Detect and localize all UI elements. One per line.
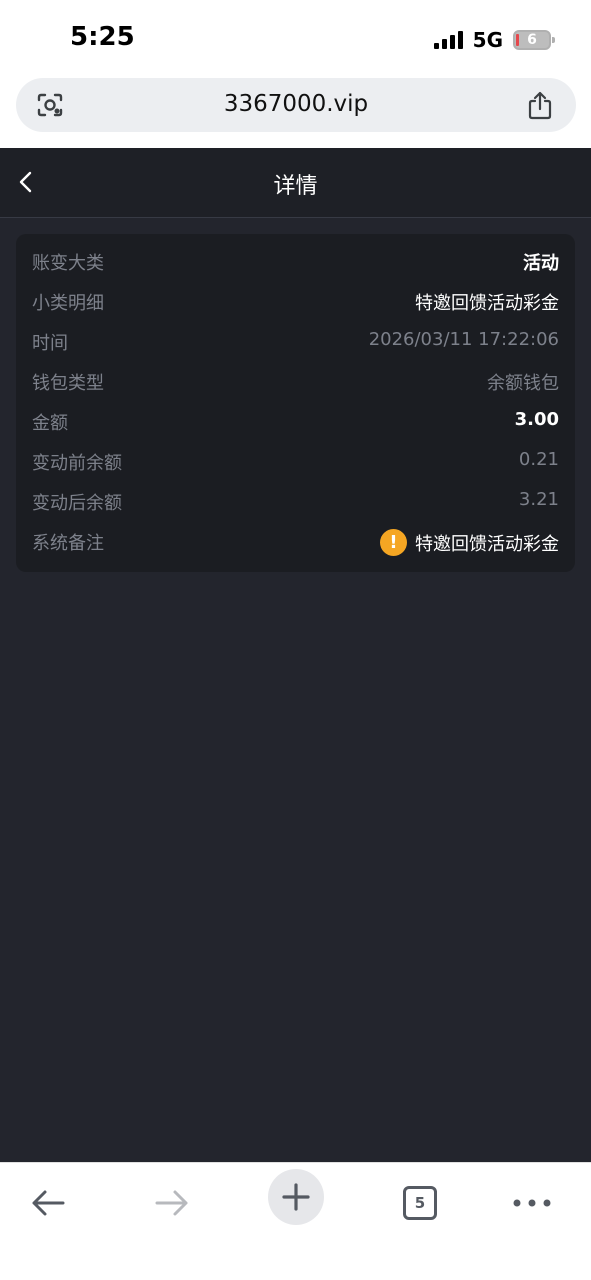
detail-row-balance-after: 变动后余额 3.21 — [16, 481, 575, 521]
detail-label: 变动后余额 — [32, 493, 122, 514]
browser-back-button[interactable] — [20, 1173, 76, 1233]
battery-icon: 6 — [513, 30, 555, 50]
battery-level: 6 — [527, 32, 537, 48]
detail-value: 0.21 — [518, 449, 559, 470]
page-title: 详情 — [273, 174, 318, 199]
page-header: 详情 — [0, 148, 591, 218]
tab-count: 5 — [403, 1186, 437, 1220]
status-bar: 5:25 5G 6 — [0, 0, 591, 76]
detail-label: 变动前余额 — [32, 453, 122, 474]
detail-value: 3.00 — [514, 409, 559, 430]
detail-value: 3.21 — [518, 489, 559, 510]
more-dots-icon — [513, 1199, 551, 1207]
detail-value-with-icon: ! 特邀回馈活动彩金 — [380, 529, 559, 556]
more-menu-button[interactable] — [504, 1173, 560, 1233]
detail-label: 金额 — [32, 413, 68, 434]
tab-switcher-button[interactable]: 5 — [392, 1173, 448, 1233]
network-type: 5G — [472, 28, 503, 52]
status-time: 5:25 — [70, 22, 135, 52]
arrow-right-icon — [155, 1190, 188, 1216]
browser-address-area: 3367000.vip — [0, 76, 591, 148]
detail-row-time: 时间 2026/03/11 17:22:06 — [16, 321, 575, 361]
detail-row-category: 账变大类 活动 — [16, 241, 575, 281]
detail-row-balance-before: 变动前余额 0.21 — [16, 441, 575, 481]
new-tab-button[interactable] — [268, 1169, 324, 1225]
warning-icon: ! — [380, 529, 407, 556]
detail-label: 系统备注 — [32, 533, 104, 554]
browser-forward-button[interactable] — [144, 1173, 200, 1233]
detail-row-wallet-type: 钱包类型 余额钱包 — [16, 361, 575, 401]
detail-value: 余额钱包 — [487, 373, 559, 394]
transaction-detail-card: 账变大类 活动 小类明细 特邀回馈活动彩金 时间 2026/03/11 17:2… — [16, 234, 575, 572]
detail-row-system-note: 系统备注 ! 特邀回馈活动彩金 — [16, 521, 575, 561]
status-indicators: 5G 6 — [433, 28, 555, 52]
detail-label: 钱包类型 — [32, 373, 104, 394]
arrow-left-icon — [32, 1190, 65, 1216]
share-icon[interactable] — [526, 90, 554, 120]
detail-row-subcategory: 小类明细 特邀回馈活动彩金 — [16, 281, 575, 321]
detail-value: 特邀回馈活动彩金 — [415, 533, 559, 555]
detail-value: 活动 — [523, 253, 559, 274]
address-bar[interactable]: 3367000.vip — [16, 78, 576, 132]
signal-icon — [433, 31, 463, 49]
detail-row-amount: 金额 3.00 — [16, 401, 575, 441]
detail-label: 账变大类 — [32, 253, 104, 274]
browser-toolbar: 5 — [0, 1162, 591, 1280]
detail-label: 小类明细 — [32, 293, 104, 314]
url-text[interactable]: 3367000.vip — [16, 91, 576, 117]
detail-value: 特邀回馈活动彩金 — [415, 293, 559, 314]
plus-icon — [282, 1183, 310, 1211]
detail-label: 时间 — [32, 333, 68, 354]
detail-value: 2026/03/11 17:22:06 — [368, 329, 559, 350]
